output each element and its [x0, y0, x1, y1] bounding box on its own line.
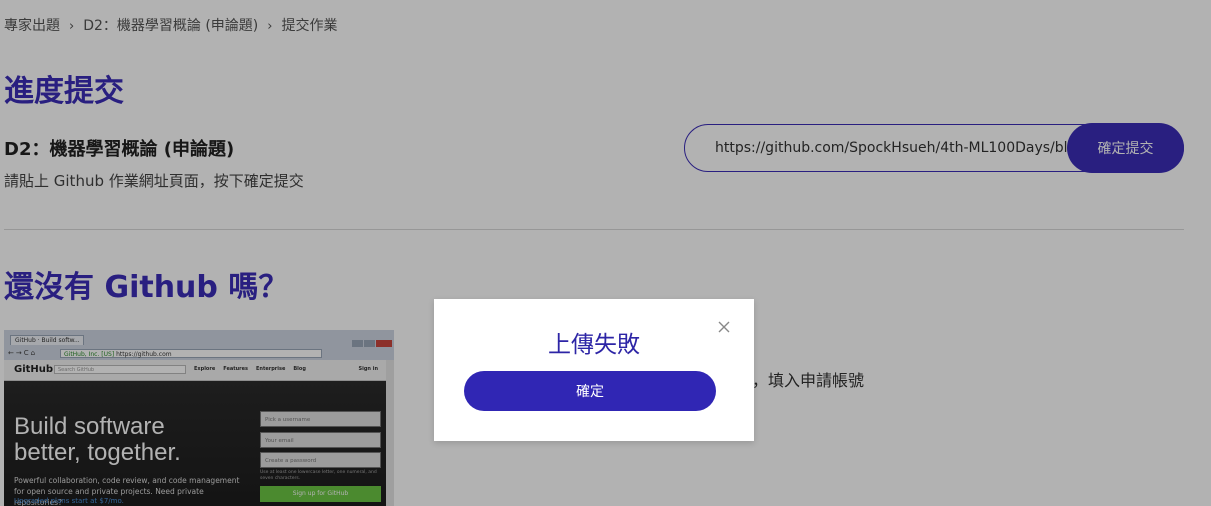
upload-failed-dialog: 上傳失敗 確定 [434, 299, 754, 441]
dialog-ok-button[interactable]: 確定 [464, 371, 716, 411]
dialog-title: 上傳失敗 [548, 332, 640, 358]
close-icon[interactable] [714, 317, 734, 337]
page: 專家出題 › D2：機器學習概論 (申論題) › 提交作業 進度提交 D2：機器學習概論… [0, 0, 1211, 506]
